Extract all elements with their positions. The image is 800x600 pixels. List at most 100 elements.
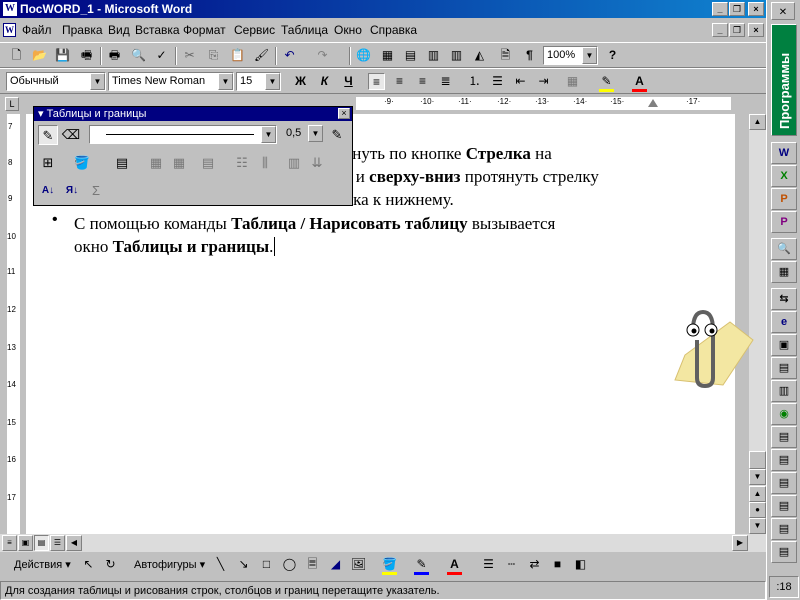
doc-close-button[interactable]: × [748, 23, 764, 37]
app-shortcut-icon[interactable]: ▥ [771, 380, 797, 402]
panel-menu-icon[interactable]: ▾ [38, 108, 47, 120]
panel-close-icon[interactable]: × [338, 108, 350, 119]
menu-view[interactable]: Вид [108, 23, 130, 37]
align-left-icon[interactable]: ≡ [368, 73, 385, 90]
font-select[interactable]: Times New Roman ▼ [108, 72, 234, 91]
app-shortcut-icon[interactable]: ▤ [771, 449, 797, 471]
line-icon[interactable]: ╲ [212, 556, 229, 573]
merge-cells-icon[interactable]: ▦ [146, 153, 166, 173]
scroll-up-icon[interactable]: ▲ [749, 114, 766, 130]
table-autoformat-icon[interactable]: ▥ [284, 153, 304, 173]
new-document-icon[interactable]: 🗋 [8, 47, 25, 64]
oval-icon[interactable]: ◯ [281, 556, 298, 573]
publisher-shortcut-icon[interactable]: P [771, 211, 797, 233]
dropdown-arrow-icon[interactable]: ▼ [218, 73, 233, 90]
powerpoint-shortcut-icon[interactable]: P [771, 188, 797, 210]
app-shortcut-icon[interactable]: ▤ [771, 472, 797, 494]
web-view-icon[interactable]: ▣ [18, 535, 33, 551]
border-icon[interactable]: ▦ [564, 73, 581, 90]
eraser-icon[interactable]: ⌫ [61, 125, 81, 145]
wordart-icon[interactable]: ◢ [327, 556, 344, 573]
shading-color-icon[interactable]: 🪣 [72, 153, 92, 173]
decrease-indent-icon[interactable]: ⇤ [512, 73, 529, 90]
menu-help[interactable]: Справка [370, 23, 417, 37]
app-shortcut-icon[interactable]: ▤ [771, 426, 797, 448]
menu-window[interactable]: Окно [334, 23, 362, 37]
outline-view-icon[interactable]: ☰ [50, 535, 65, 551]
clipart-icon[interactable]: 🖼 [350, 556, 367, 573]
insert-table-icon[interactable]: ▤ [402, 47, 419, 64]
doc-minimize-button[interactable]: _ [712, 23, 728, 37]
redo-icon[interactable]: ↷ [314, 47, 331, 64]
insert-table-panel-icon[interactable]: ▤ [112, 153, 132, 173]
find-shortcut-icon[interactable]: 🔍 [771, 238, 797, 260]
programs-button[interactable]: Программы [771, 24, 797, 136]
italic-button[interactable]: К [316, 73, 333, 90]
copy-icon[interactable]: ⎘ [205, 47, 222, 64]
scroll-right-icon[interactable]: ▶ [732, 535, 748, 551]
scroll-left-icon[interactable]: ◀ [66, 535, 82, 551]
previous-page-icon[interactable]: ▲ [749, 486, 766, 502]
sort-ascending-icon[interactable]: А↓ [38, 181, 58, 201]
dropdown-arrow-icon[interactable]: ▼ [308, 125, 323, 142]
format-painter-icon[interactable]: 🖌 [253, 47, 270, 64]
bullets-icon[interactable]: ☰ [489, 73, 506, 90]
autoshapes-menu[interactable]: Автофигуры ▾ [134, 558, 205, 571]
align-top-icon[interactable]: ▤ [198, 153, 218, 173]
columns-icon[interactable]: ▥ [448, 47, 465, 64]
tab-stop-selector[interactable]: L [5, 97, 19, 111]
insert-excel-icon[interactable]: ▥ [425, 47, 442, 64]
font-color-button[interactable]: A [631, 73, 648, 90]
dropdown-arrow-icon[interactable]: ▼ [90, 73, 105, 90]
dash-style-icon[interactable]: ┄ [503, 556, 520, 573]
line-color-icon[interactable]: ✎ [413, 556, 430, 573]
network-shortcut-icon[interactable]: ⇆ [771, 288, 797, 310]
app-shortcut-icon[interactable]: ▤ [771, 495, 797, 517]
explorer-shortcut-icon[interactable]: e [771, 311, 797, 333]
print-preview-icon[interactable]: 🔍 [130, 47, 147, 64]
text-direction-icon[interactable]: ⇊ [307, 153, 327, 173]
distribute-columns-icon[interactable]: ⫼ [255, 153, 275, 173]
fill-color-icon[interactable]: 🪣 [381, 556, 398, 573]
minimize-button[interactable]: _ [712, 2, 728, 16]
increase-indent-icon[interactable]: ⇥ [535, 73, 552, 90]
rectangle-icon[interactable]: □ [258, 556, 275, 573]
align-center-icon[interactable]: ≡ [391, 73, 408, 90]
actions-menu[interactable]: Действия ▾ [14, 558, 71, 571]
document-map-icon[interactable]: 🗎 [497, 47, 514, 64]
doc-restore-button[interactable]: ❐ [729, 23, 745, 37]
drawing-icon[interactable]: ◭ [471, 47, 488, 64]
menu-insert[interactable]: Вставка [135, 23, 180, 37]
free-rotate-icon[interactable]: ↻ [102, 556, 119, 573]
arrow-style-icon[interactable]: ⇄ [526, 556, 543, 573]
tables-borders-title[interactable]: ▾ Таблицы и границы × [34, 107, 352, 121]
3d-icon[interactable]: ◧ [572, 556, 589, 573]
spelling-icon[interactable]: ✓ [153, 47, 170, 64]
sort-descending-icon[interactable]: Я↓ [62, 181, 82, 201]
numbering-icon[interactable]: ⒈ [466, 73, 483, 90]
zoom-select[interactable]: 100% ▼ [543, 46, 598, 65]
highlight-icon[interactable]: ✎ [598, 73, 615, 90]
document-icon[interactable]: W [3, 23, 16, 37]
menu-edit[interactable]: Правка [62, 23, 103, 37]
underline-button[interactable]: Ч [340, 73, 357, 90]
justify-icon[interactable]: ≣ [437, 73, 454, 90]
line-style-icon[interactable]: ☰ [480, 556, 497, 573]
office-bar-close-icon[interactable]: ✕ [771, 2, 795, 20]
autosum-icon[interactable]: Σ [86, 181, 106, 201]
tables-borders-icon[interactable]: ▦ [379, 47, 396, 64]
open-folder-icon[interactable]: 📂 [31, 47, 48, 64]
border-color-icon[interactable]: ✎ [327, 125, 347, 145]
menu-tools[interactable]: Сервис [234, 23, 275, 37]
horizontal-scrollbar[interactable]: ≡ ▣ ▤ ☰ ◀ ▶ [0, 534, 766, 552]
app-shortcut-icon[interactable]: ▤ [771, 518, 797, 540]
split-cells-icon[interactable]: ▦ [169, 153, 189, 173]
menu-format[interactable]: Формат [183, 23, 226, 37]
arrow-icon[interactable]: ↘ [235, 556, 252, 573]
print-icon[interactable]: 🖶 [106, 47, 123, 64]
excel-shortcut-icon[interactable]: X [771, 165, 797, 187]
app-shortcut-icon[interactable]: ◉ [771, 403, 797, 425]
bold-button[interactable]: Ж [292, 73, 309, 90]
normal-view-icon[interactable]: ≡ [2, 535, 17, 551]
dropdown-arrow-icon[interactable]: ▼ [582, 47, 597, 64]
